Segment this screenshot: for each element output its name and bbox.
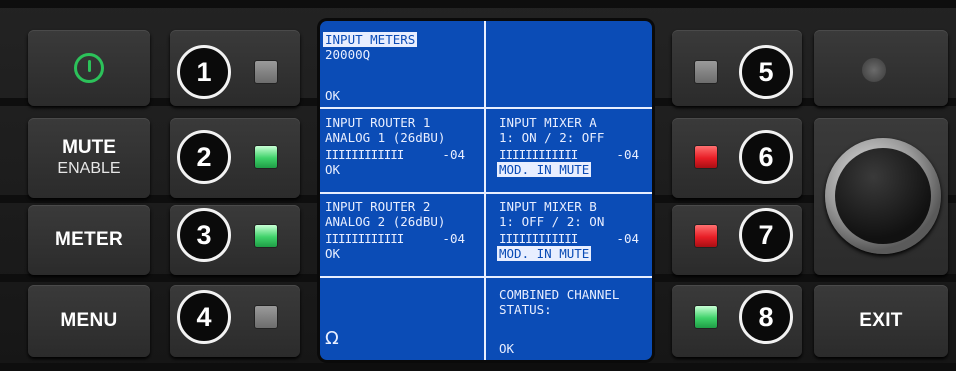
input-meters-cell: INPUT METERS 20000Q OK xyxy=(320,32,476,103)
channel-2-led xyxy=(254,145,278,169)
router-2-source: ANALOG 2 (26dBU) xyxy=(325,214,446,229)
menu-button[interactable]: MENU xyxy=(28,285,150,357)
router-1-level: -04 xyxy=(442,147,465,162)
omega-cell: Ω xyxy=(320,328,476,349)
router-2-status: OK xyxy=(325,246,341,261)
meter-button[interactable]: METER xyxy=(28,205,150,275)
mixer-b-level: -04 xyxy=(616,231,639,246)
mixer-a-bars: IIIIIIIIIIII xyxy=(499,147,578,162)
channel-3-led xyxy=(254,224,278,248)
input-mixer-b-cell: INPUT MIXER B 1: OFF / 2: ON IIIIIIIIIII… xyxy=(494,199,650,261)
router-2-meter: IIIIIIIIIIII -04 xyxy=(325,231,465,246)
mixer-a-routing: 1: ON / 2: OFF xyxy=(499,130,605,145)
channel-5-led xyxy=(694,60,718,84)
amplifier-front-panel: MUTE ENABLE METER MENU 1 2 3 4 INPUT MET… xyxy=(0,0,956,371)
screen-divider-vertical xyxy=(484,21,486,360)
combined-status: OK xyxy=(499,341,515,356)
mixer-b-meter: IIIIIIIIIIII -04 xyxy=(499,231,639,246)
mixer-b-status: MOD. IN MUTE xyxy=(497,246,592,261)
channel-number-7: 7 xyxy=(739,208,793,262)
mixer-b-title: INPUT MIXER B xyxy=(499,199,597,214)
exit-button[interactable]: EXIT xyxy=(814,285,948,357)
omega-icon: Ω xyxy=(325,328,339,349)
channel-number-1: 1 xyxy=(177,45,231,99)
power-button[interactable] xyxy=(28,30,150,106)
channel-1-led xyxy=(254,60,278,84)
screen-divider-1 xyxy=(320,107,652,109)
power-icon xyxy=(74,53,104,83)
channel-4-led xyxy=(254,305,278,329)
mixer-a-title: INPUT MIXER A xyxy=(499,115,597,130)
input-router-1-cell: INPUT ROUTER 1 ANALOG 1 (26dBU) IIIIIIII… xyxy=(320,115,476,177)
combined-line-1: COMBINED CHANNEL xyxy=(499,287,620,302)
mixer-a-status: MOD. IN MUTE xyxy=(497,162,592,177)
lcd-display: INPUT METERS 20000Q OK INPUT ROUTER 1 AN… xyxy=(320,21,652,360)
input-meters-title: INPUT METERS xyxy=(323,32,418,47)
router-1-bars: IIIIIIIIIIII xyxy=(325,147,404,162)
input-router-2-cell: INPUT ROUTER 2 ANALOG 2 (26dBU) IIIIIIII… xyxy=(320,199,476,261)
channel-6-led xyxy=(694,145,718,169)
channel-number-5: 5 xyxy=(739,45,793,99)
mixer-a-meter: IIIIIIIIIIII -04 xyxy=(499,147,639,162)
screen-divider-3 xyxy=(320,276,652,278)
router-1-title: INPUT ROUTER 1 xyxy=(325,115,431,130)
channel-8-led xyxy=(694,305,718,329)
channel-number-3: 3 xyxy=(177,208,231,262)
mute-enable-button[interactable]: MUTE ENABLE xyxy=(28,118,150,198)
router-1-status: OK xyxy=(325,162,341,177)
channel-number-2: 2 xyxy=(177,130,231,184)
mixer-b-bars: IIIIIIIIIIII xyxy=(499,231,578,246)
mixer-a-level: -04 xyxy=(616,147,639,162)
channel-7-led xyxy=(694,224,718,248)
model-name: 20000Q xyxy=(325,47,371,62)
bottom-rail xyxy=(0,363,956,371)
channel-number-8: 8 xyxy=(739,290,793,344)
screen-divider-2 xyxy=(320,192,652,194)
input-meters-status: OK xyxy=(325,88,341,103)
router-2-level: -04 xyxy=(442,231,465,246)
input-mixer-a-cell: INPUT MIXER A 1: ON / 2: OFF IIIIIIIIIII… xyxy=(494,115,650,177)
mute-label: MUTE xyxy=(62,137,116,158)
top-rail xyxy=(0,0,956,8)
mixer-b-routing: 1: OFF / 2: ON xyxy=(499,214,605,229)
router-1-source: ANALOG 1 (26dBU) xyxy=(325,130,446,145)
enable-label: ENABLE xyxy=(57,160,121,177)
router-2-bars: IIIIIIIIIIII xyxy=(325,231,404,246)
router-2-title: INPUT ROUTER 2 xyxy=(325,199,431,214)
knob-cap xyxy=(835,148,931,244)
channel-number-6: 6 xyxy=(739,130,793,184)
channel-number-4: 4 xyxy=(177,290,231,344)
combined-line-2: STATUS: xyxy=(499,302,552,317)
rotary-encoder-knob[interactable] xyxy=(825,138,941,254)
router-1-meter: IIIIIIIIIIII -04 xyxy=(325,147,465,162)
status-dot-icon xyxy=(862,58,886,82)
combined-status-cell: COMBINED CHANNEL STATUS: OK xyxy=(494,287,650,356)
